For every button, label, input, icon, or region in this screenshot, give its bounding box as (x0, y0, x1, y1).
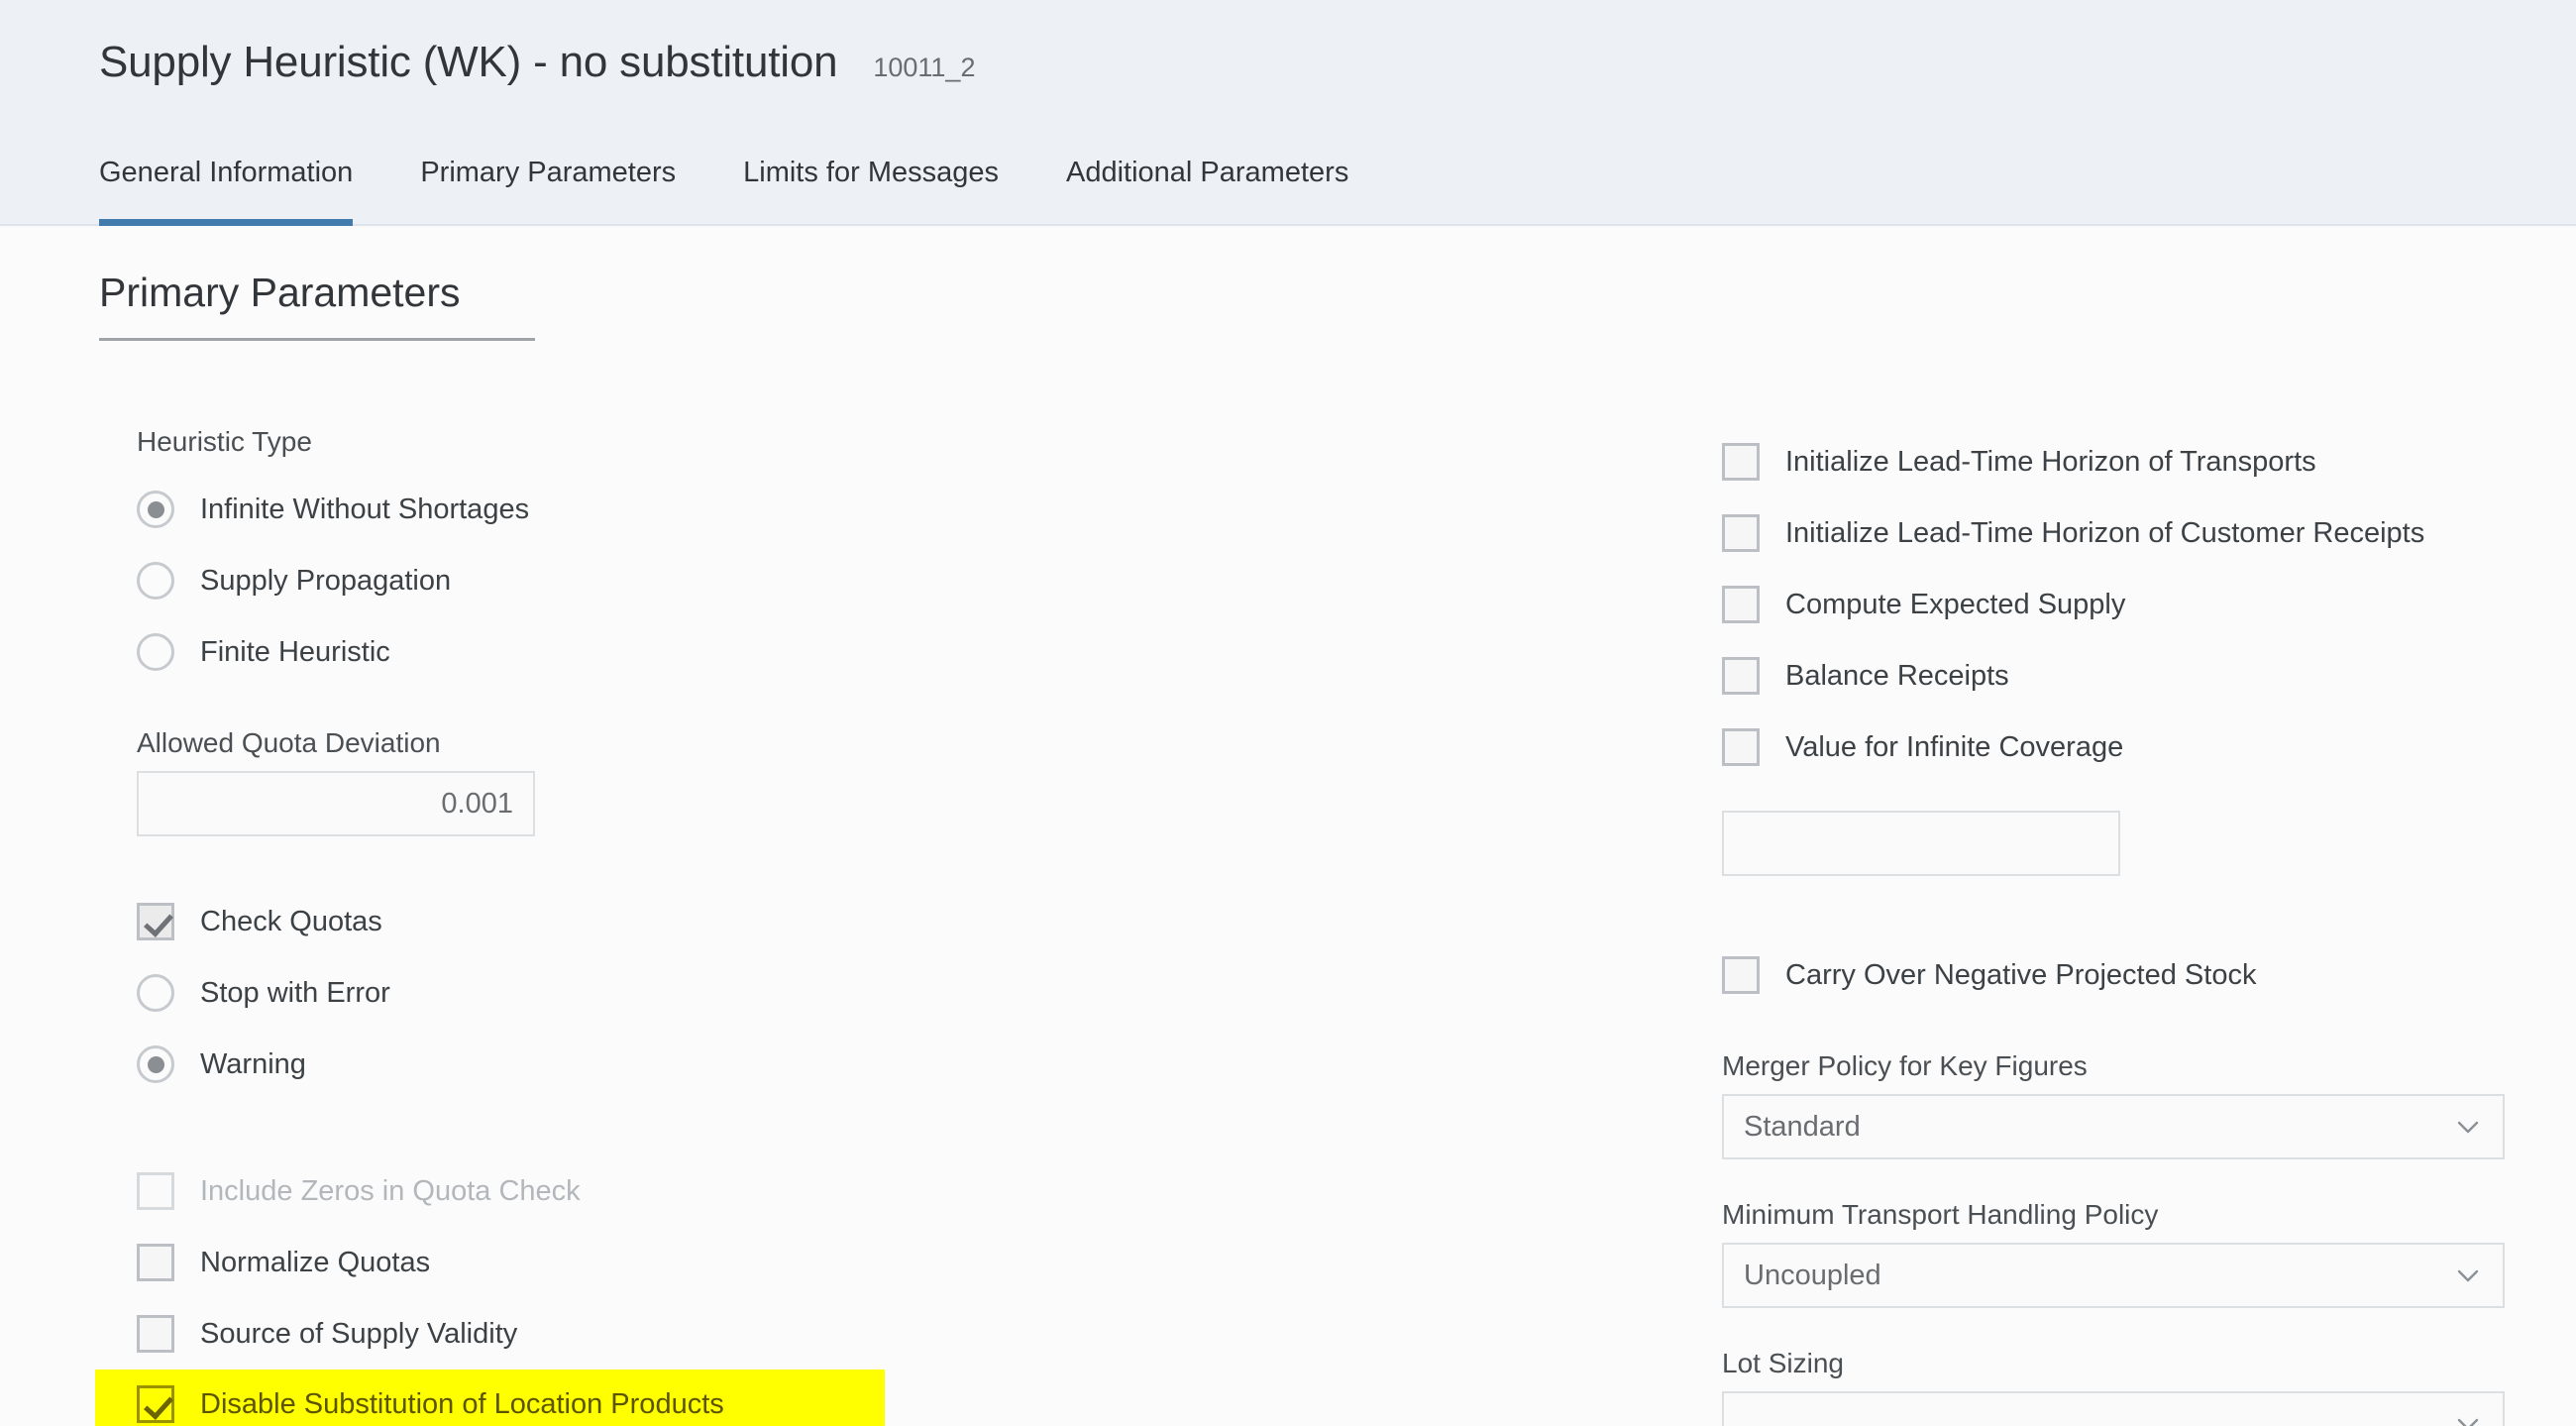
radio-finite-heuristic[interactable]: Finite Heuristic (137, 616, 1127, 688)
radio-supply-propagation[interactable]: Supply Propagation (137, 545, 1127, 616)
radio-icon (137, 1045, 174, 1083)
radio-icon (137, 633, 174, 671)
checkbox-icon (1722, 586, 1760, 623)
radio-stop-with-error[interactable]: Stop with Error (137, 957, 1127, 1029)
tab-label: Primary Parameters (420, 157, 677, 188)
merger-policy-label: Merger Policy for Key Figures (1722, 1050, 2088, 1081)
title-row: Supply Heuristic (WK) - no substitution … (99, 38, 975, 87)
checkbox-icon (137, 1315, 174, 1353)
checkbox-check-quotas[interactable]: Check Quotas (137, 886, 1127, 957)
checkbox-icon (1722, 728, 1760, 766)
merger-policy-select[interactable]: Standard (1722, 1094, 2505, 1159)
allowed-quota-deviation-input[interactable]: 0.001 (137, 771, 535, 836)
allowed-quota-deviation-label: Allowed Quota Deviation (137, 727, 441, 758)
checkbox-label: Balance Receipts (1785, 659, 2009, 692)
section-title: Primary Parameters (99, 270, 461, 315)
checkbox-icon (1722, 443, 1760, 481)
radio-icon (137, 562, 174, 600)
chevron-down-icon[interactable] (2455, 1411, 2481, 1426)
form-column-right: Initialize Lead-Time Horizon of Transpor… (1722, 426, 2515, 1426)
checkbox-carry-over-negative-projected-stock[interactable]: Carry Over Negative Projected Stock (1722, 939, 2515, 1011)
app-page: Supply Heuristic (WK) - no substitution … (0, 0, 2576, 1426)
object-id: 10011_2 (873, 53, 976, 82)
radio-icon (137, 491, 174, 528)
radio-label: Infinite Without Shortages (200, 493, 530, 525)
checkbox-icon (1722, 956, 1760, 994)
tab-label: General Information (99, 157, 354, 188)
object-page-header: Supply Heuristic (WK) - no substitution … (0, 0, 2576, 226)
tab-general-information[interactable]: General Information (99, 159, 386, 226)
checkbox-label: Compute Expected Supply (1785, 588, 2126, 620)
checkbox-label: Carry Over Negative Projected Stock (1785, 958, 2257, 991)
content-area: Primary Parameters Heuristic Type Infini… (0, 228, 2576, 1426)
checkbox-normalize-quotas[interactable]: Normalize Quotas (137, 1227, 1127, 1298)
checkbox-label: Source of Supply Validity (200, 1317, 518, 1350)
checkbox-icon (1722, 514, 1760, 552)
checkbox-initialize-lead-time-horizon-of-transports[interactable]: Initialize Lead-Time Horizon of Transpor… (1722, 426, 2515, 497)
checkbox-label: Normalize Quotas (200, 1246, 431, 1278)
minimum-transport-handling-policy-value: Uncoupled (1744, 1259, 1881, 1291)
checkbox-label: Initialize Lead-Time Horizon of Customer… (1785, 516, 2425, 549)
form-column-left: Heuristic Type Infinite Without Shortage… (95, 426, 1127, 1426)
allowed-quota-deviation-value: 0.001 (441, 787, 513, 820)
value-for-infinite-coverage-input[interactable] (1722, 811, 2120, 876)
chevron-down-icon[interactable] (2455, 1262, 2481, 1288)
lot-sizing-select[interactable] (1722, 1391, 2505, 1426)
tab-additional-parameters[interactable]: Additional Parameters (1032, 159, 1382, 226)
tab-label: Additional Parameters (1066, 157, 1349, 188)
radio-label: Warning (200, 1047, 306, 1080)
checkbox-icon (1722, 657, 1760, 695)
radio-label: Supply Propagation (200, 564, 452, 597)
checkbox-icon (137, 1385, 174, 1423)
merger-policy-value: Standard (1744, 1110, 1861, 1143)
radio-label: Finite Heuristic (200, 635, 390, 668)
checkbox-label: Initialize Lead-Time Horizon of Transpor… (1785, 445, 2316, 478)
tab-primary-parameters[interactable]: Primary Parameters (386, 159, 709, 226)
checkbox-include-zeros-in-quota-check: Include Zeros in Quota Check (137, 1155, 1127, 1227)
checkbox-compute-expected-supply[interactable]: Compute Expected Supply (1722, 569, 2515, 640)
checkbox-icon (137, 1244, 174, 1281)
checkbox-balance-receipts[interactable]: Balance Receipts (1722, 640, 2515, 712)
heuristic-type-label: Heuristic Type (137, 426, 312, 457)
checkbox-source-of-supply-validity[interactable]: Source of Supply Validity (137, 1298, 1127, 1370)
minimum-transport-handling-policy-label: Minimum Transport Handling Policy (1722, 1199, 2159, 1230)
tab-limits-for-messages[interactable]: Limits for Messages (709, 159, 1032, 226)
section-header: Primary Parameters (99, 270, 535, 341)
lot-sizing-label: Lot Sizing (1722, 1348, 1844, 1378)
chevron-down-icon[interactable] (2455, 1114, 2481, 1140)
checkbox-disable-substitution-of-location-products[interactable]: Disable Substitution of Location Product… (95, 1370, 885, 1426)
checkbox-label: Check Quotas (200, 905, 382, 937)
radio-icon (137, 974, 174, 1012)
checkbox-label: Disable Substitution of Location Product… (200, 1387, 724, 1420)
minimum-transport-handling-policy-select[interactable]: Uncoupled (1722, 1243, 2505, 1308)
checkbox-initialize-lead-time-horizon-of-customer-receipts[interactable]: Initialize Lead-Time Horizon of Customer… (1722, 497, 2515, 569)
radio-warning[interactable]: Warning (137, 1029, 1127, 1100)
tab-label: Limits for Messages (743, 157, 999, 188)
checkbox-icon (137, 903, 174, 940)
radio-infinite-without-shortages[interactable]: Infinite Without Shortages (137, 474, 1127, 545)
page-title: Supply Heuristic (WK) - no substitution (99, 38, 838, 86)
checkbox-icon (137, 1172, 174, 1210)
tab-bar: General Information Primary Parameters L… (99, 159, 1382, 226)
checkbox-label: Value for Infinite Coverage (1785, 730, 2124, 763)
checkbox-label: Include Zeros in Quota Check (200, 1174, 581, 1207)
radio-label: Stop with Error (200, 976, 390, 1009)
checkbox-value-for-infinite-coverage[interactable]: Value for Infinite Coverage (1722, 712, 2515, 783)
